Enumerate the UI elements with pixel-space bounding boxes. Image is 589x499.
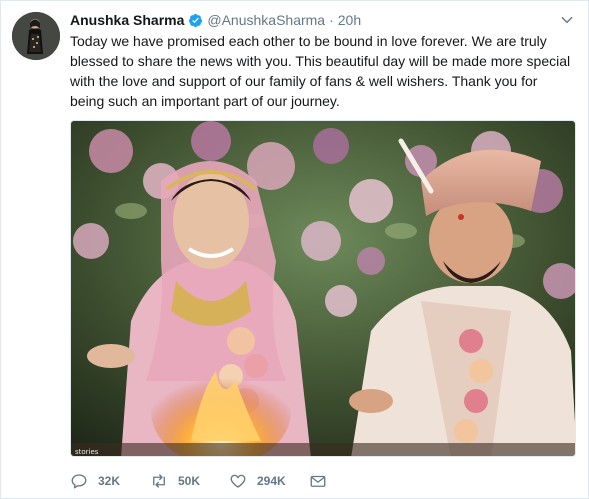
photo-watermark: stories xyxy=(75,448,99,456)
chevron-down-icon[interactable] xyxy=(560,13,574,27)
reply-icon xyxy=(71,474,87,489)
tweet-header: Anushka Sharma @AnushkaSharma · 20h xyxy=(70,11,361,29)
reply-count: 32K xyxy=(98,474,121,488)
retweet-count: 50K xyxy=(178,474,201,488)
wedding-photo: stories xyxy=(71,121,575,456)
tweet-photo[interactable]: stories xyxy=(70,120,576,457)
author-handle[interactable]: @AnushkaSharma xyxy=(207,12,325,28)
verified-badge-icon xyxy=(189,13,203,27)
retweet-button[interactable]: 50K xyxy=(150,472,200,490)
like-count: 294K xyxy=(257,474,286,488)
heart-icon xyxy=(230,474,246,488)
tweet-card[interactable]: Anushka Sharma @AnushkaSharma · 20h Toda… xyxy=(0,0,589,499)
like-button[interactable]: 294K xyxy=(229,472,286,490)
envelope-icon xyxy=(310,475,326,487)
avatar[interactable] xyxy=(12,12,60,60)
tweet-timestamp[interactable]: 20h xyxy=(338,12,361,28)
retweet-icon xyxy=(153,474,165,488)
author-name[interactable]: Anushka Sharma xyxy=(70,12,184,28)
avatar-image xyxy=(12,12,60,60)
reply-button[interactable]: 32K xyxy=(70,472,120,490)
tweet-text: Today we have promised each other to be … xyxy=(70,33,571,109)
direct-message-button[interactable] xyxy=(309,472,337,490)
separator-dot: · xyxy=(329,12,334,28)
